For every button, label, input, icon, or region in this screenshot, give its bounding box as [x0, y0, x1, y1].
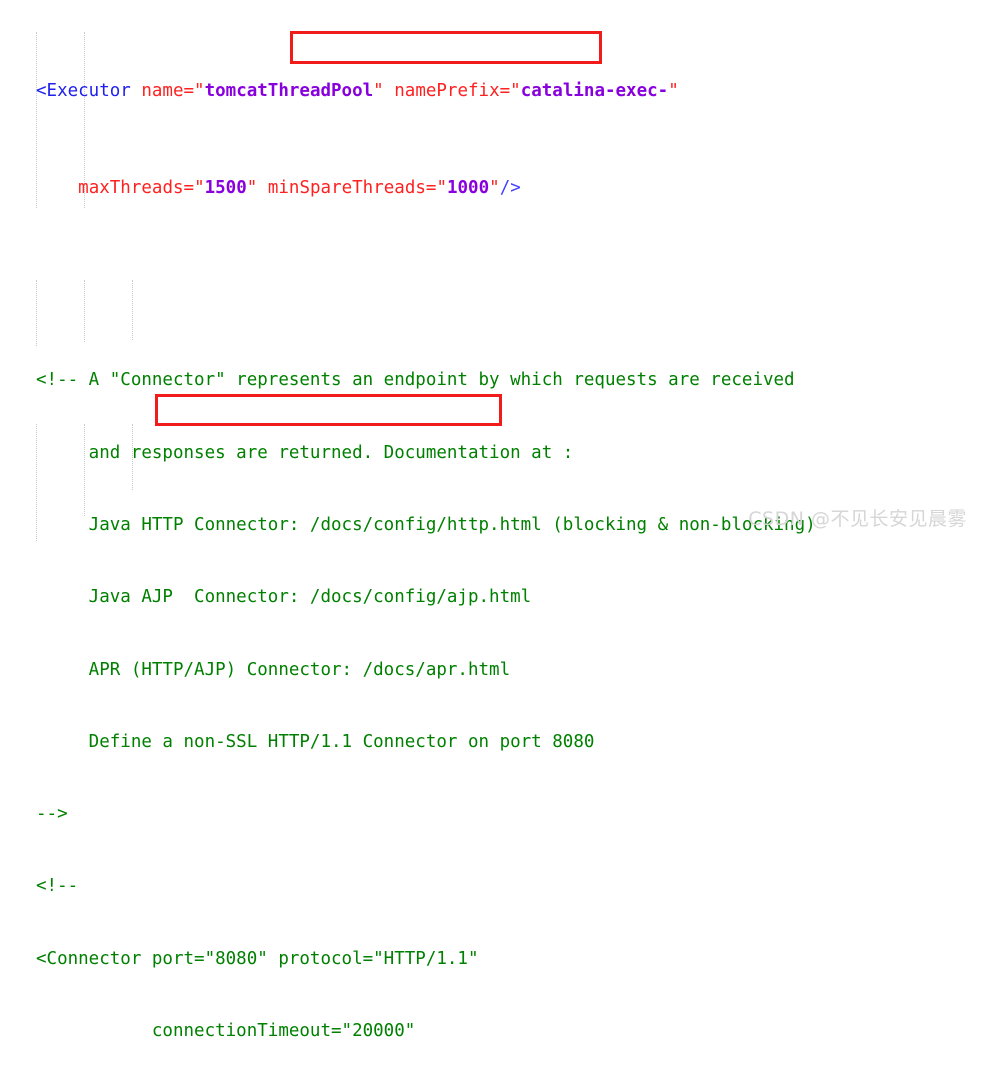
token-value-maxthreads: 1500 [204, 177, 247, 198]
code-block: <Executor name="tomcatThreadPool" namePr… [36, 7, 981, 1082]
token-attr-nameprefix: namePrefix= [383, 81, 511, 102]
code-line-comment-start: <!-- [36, 876, 79, 897]
token-quote: " [436, 177, 447, 198]
code-viewer: <Executor name="tomcatThreadPool" namePr… [0, 0, 981, 1041]
token-attr-maxthreads: maxThreads= [78, 177, 195, 198]
token-attr-minsparethreads: minSpareThreads= [267, 177, 437, 198]
token-value-minsparethreads: 1000 [446, 177, 490, 198]
code-line-comment-6: Define a non-SSL HTTP/1.1 Connector on p… [36, 731, 595, 752]
token-tag: <Executor [36, 81, 131, 102]
token-quote: " [510, 81, 521, 102]
token-selfclose: /> [499, 177, 521, 198]
code-line-comment-4: Java AJP Connector: /docs/config/ajp.htm… [36, 587, 532, 608]
code-line-commented-timeout: connectionTimeout="20000" [36, 1020, 416, 1041]
code-line-comment-end: --> [36, 804, 68, 825]
token-quote: " [668, 81, 679, 102]
code-line-executor-open: <Executor name="tomcatThreadPool" namePr… [36, 79, 981, 103]
token-attr-name: name= [130, 81, 195, 102]
code-line-comment-5: APR (HTTP/AJP) Connector: /docs/apr.html [36, 659, 511, 680]
code-line-comment-1: <!-- A "Connector" represents an endpoin… [36, 370, 795, 391]
watermark-text: CSDN @不见长安见晨雾 [748, 508, 967, 530]
code-line-maxthreads: maxThreads="1500" minSpareThreads="1000"… [36, 176, 981, 200]
token-quote: " [373, 81, 384, 102]
token-value-name: tomcatThreadPool [204, 81, 374, 102]
token-quote: " [246, 177, 258, 198]
code-line-comment-2: and responses are returned. Documentatio… [36, 442, 574, 463]
token-value-nameprefix: catalina-exec- [520, 81, 669, 102]
code-line-commented-connector: <Connector port="8080" protocol="HTTP/1.… [36, 948, 479, 969]
token-quote: " [194, 81, 205, 102]
token-quote: " [194, 177, 205, 198]
token-quote: " [489, 177, 500, 198]
